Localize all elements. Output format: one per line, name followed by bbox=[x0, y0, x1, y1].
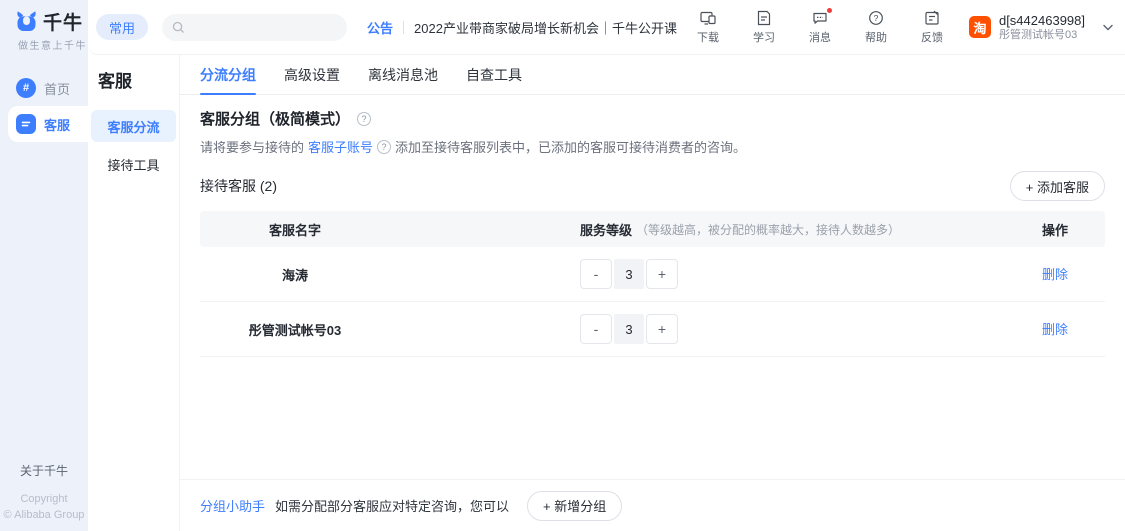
sidebar-item-label: 首页 bbox=[44, 79, 70, 98]
subnav-title: 客服 bbox=[88, 67, 179, 92]
app-logo: 千牛 做生意上千牛 bbox=[0, 0, 130, 55]
account-menu[interactable]: 淘 d[s442463998] 彤管测试帐号03 bbox=[969, 13, 1113, 42]
sidebar-item-label: 客服 bbox=[44, 115, 70, 134]
svg-text:?: ? bbox=[874, 13, 879, 23]
table-row: 海涛 - 3 + 删除 bbox=[200, 247, 1105, 302]
help-action[interactable]: ? 帮助 bbox=[861, 9, 891, 45]
agents-table: 客服名字 服务等级 （等级越高，被分配的概率越大，接待人数越多） 操作 海涛 -… bbox=[200, 211, 1105, 357]
subnav-item-reception-tools[interactable]: 接待工具 bbox=[91, 148, 176, 180]
logo-tagline: 做生意上千牛 bbox=[18, 37, 130, 52]
agent-name: 海涛 bbox=[200, 265, 390, 284]
sub-account-link[interactable]: 客服子账号 bbox=[308, 137, 373, 156]
group-assistant-footer: 分组小助手 如需分配部分客服应对特定咨询，您可以 + 新增分组 bbox=[180, 479, 1125, 531]
table-row: 彤管测试帐号03 - 3 + 删除 bbox=[200, 302, 1105, 357]
copyright: Copyright © Alibaba Group bbox=[0, 491, 88, 523]
add-agent-button[interactable]: + 添加客服 bbox=[1010, 171, 1105, 201]
delete-agent-link[interactable]: 删除 bbox=[1042, 322, 1068, 337]
routing-group-panel: 客服分组（极简模式） ? 请将要参与接待的客服子账号 ? 添加至接待客服列表中，… bbox=[180, 95, 1125, 357]
help-icon: ? bbox=[867, 9, 885, 27]
search-input[interactable] bbox=[191, 20, 331, 34]
increase-level-button[interactable]: + bbox=[646, 314, 678, 344]
column-header-action: 操作 bbox=[1005, 220, 1105, 239]
main-content: 分流分组 高级设置 离线消息池 自查工具 客服分组（极简模式） ? 请将要参与接… bbox=[180, 55, 1125, 531]
feedback-icon bbox=[923, 9, 941, 27]
download-icon bbox=[699, 9, 717, 27]
tab-offline-message-pool[interactable]: 离线消息池 bbox=[368, 55, 438, 94]
section-help-icon[interactable]: ? bbox=[357, 112, 371, 126]
delete-agent-link[interactable]: 删除 bbox=[1042, 267, 1068, 282]
sidebar-item-home[interactable]: # 首页 bbox=[0, 70, 88, 106]
feedback-action[interactable]: 反馈 bbox=[917, 9, 947, 45]
section-title: 客服分组（极简模式） bbox=[200, 108, 350, 129]
search-icon bbox=[172, 21, 185, 34]
download-action[interactable]: 下载 bbox=[693, 9, 723, 45]
sidebar-item-service[interactable]: 客服 bbox=[8, 106, 88, 142]
level-stepper: - 3 + bbox=[580, 259, 678, 289]
account-id: d[s442463998] bbox=[999, 13, 1085, 28]
decrease-level-button[interactable]: - bbox=[580, 314, 612, 344]
message-action[interactable]: 消息 bbox=[805, 9, 835, 45]
qianniu-bull-icon bbox=[14, 10, 39, 34]
decrease-level-button[interactable]: - bbox=[580, 259, 612, 289]
level-stepper: - 3 + bbox=[580, 314, 678, 344]
increase-level-button[interactable]: + bbox=[646, 259, 678, 289]
agent-name: 彤管测试帐号03 bbox=[200, 320, 390, 339]
search-box[interactable] bbox=[162, 14, 347, 41]
service-icon bbox=[16, 114, 36, 134]
qianniu-app: # 首页 客服 关于千牛 Copyright © Alibaba Group bbox=[0, 0, 1125, 531]
taobao-shop-icon: 淘 bbox=[969, 16, 991, 38]
add-group-button[interactable]: + 新增分组 bbox=[527, 491, 622, 521]
message-icon bbox=[811, 9, 829, 27]
top-bar: 常用 公告 2022产业带商家破局增长新机会｜千牛公开课 下载 bbox=[88, 0, 1125, 55]
column-header-level-note: （等级越高，被分配的概率越大，接待人数越多） bbox=[636, 221, 900, 238]
top-actions: 下载 学习 消息 ? 帮助 bbox=[693, 9, 947, 45]
group-assistant-text: 如需分配部分客服应对特定咨询，您可以 bbox=[275, 496, 509, 515]
learn-icon bbox=[755, 9, 773, 27]
announcement-label[interactable]: 公告 bbox=[367, 18, 393, 37]
about-qianniu-link[interactable]: 关于千牛 bbox=[0, 462, 88, 479]
subnav-item-routing[interactable]: 客服分流 bbox=[91, 110, 176, 142]
logo-text: 千牛 bbox=[43, 8, 83, 35]
tab-bar: 分流分组 高级设置 离线消息池 自查工具 bbox=[180, 55, 1125, 95]
section-description: 请将要参与接待的客服子账号 ? 添加至接待客服列表中，已添加的客服可接待消费者的… bbox=[200, 137, 1105, 156]
column-header-name: 客服名字 bbox=[200, 220, 390, 239]
service-subnav: 客服 客服分流 接待工具 bbox=[88, 55, 180, 531]
level-value: 3 bbox=[614, 314, 644, 344]
account-info: d[s442463998] 彤管测试帐号03 bbox=[999, 13, 1085, 42]
level-value: 3 bbox=[614, 259, 644, 289]
tab-self-check-tools[interactable]: 自查工具 bbox=[466, 55, 522, 94]
home-icon: # bbox=[16, 78, 36, 98]
chevron-down-icon[interactable] bbox=[1103, 24, 1113, 31]
group-assistant-label: 分组小助手 bbox=[200, 496, 265, 515]
announcement-divider bbox=[403, 21, 404, 34]
sub-account-help-icon[interactable]: ? bbox=[377, 140, 391, 154]
tab-advanced-settings[interactable]: 高级设置 bbox=[284, 55, 340, 94]
column-header-level: 服务等级 bbox=[580, 220, 632, 239]
announcement: 公告 2022产业带商家破局增长新机会｜千牛公开课 bbox=[367, 18, 677, 37]
table-header: 客服名字 服务等级 （等级越高，被分配的概率越大，接待人数越多） 操作 bbox=[200, 211, 1105, 247]
learn-action[interactable]: 学习 bbox=[749, 9, 779, 45]
unread-badge bbox=[826, 7, 833, 14]
left-rail: # 首页 客服 关于千牛 Copyright © Alibaba Group bbox=[0, 0, 88, 531]
reception-list-title: 接待客服 (2) bbox=[200, 176, 277, 196]
account-name: 彤管测试帐号03 bbox=[999, 28, 1085, 42]
announcement-text[interactable]: 2022产业带商家破局增长新机会｜千牛公开课 bbox=[414, 18, 677, 37]
tab-routing-groups[interactable]: 分流分组 bbox=[200, 55, 256, 94]
